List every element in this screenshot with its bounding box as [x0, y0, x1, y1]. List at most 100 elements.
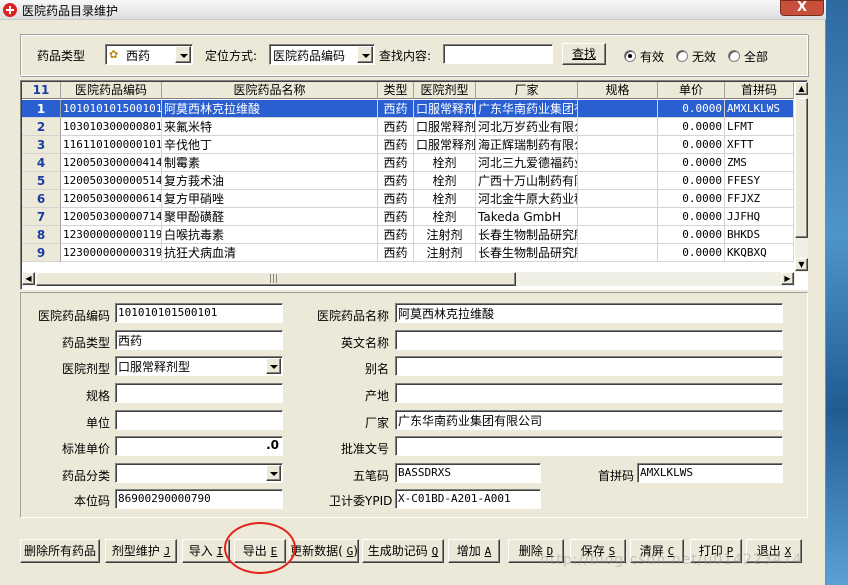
highlight-circle-annotation — [224, 522, 296, 574]
spec-label: 规格 — [86, 389, 111, 403]
button-0[interactable]: 删除所有药品 — [20, 539, 100, 563]
dropdown-arrow[interactable] — [175, 46, 191, 63]
scroll-left-icon[interactable]: ◀ — [22, 272, 35, 285]
code-label: 医院药品编码 — [38, 309, 111, 323]
table-cell: 3 — [22, 136, 61, 154]
col-header[interactable]: 规格 — [578, 82, 658, 99]
radio-invalid[interactable] — [676, 50, 688, 62]
col-header[interactable]: 类型 — [378, 82, 414, 99]
table-cell: 120050300000414 — [61, 154, 162, 172]
grip-icon: ||| — [269, 274, 279, 284]
local-code-field[interactable]: 86900290000790 — [115, 489, 283, 509]
desktop-background — [826, 0, 848, 585]
dropdown-arrow[interactable] — [357, 46, 373, 63]
price-field[interactable]: .0 — [115, 436, 283, 456]
col-header[interactable]: 厂家 — [476, 82, 578, 99]
table-row[interactable]: 8 123000000000119 白喉抗毒素 西药 注射剂 长春生物制品研究所 0.000… — [22, 226, 794, 244]
alias-field[interactable] — [395, 356, 783, 376]
ypid-field[interactable]: X-C01BD-A201-A001 — [395, 489, 541, 509]
table-cell: 白喉抗毒素 — [162, 226, 378, 244]
dropdown-arrow[interactable] — [266, 465, 281, 481]
approval-field[interactable] — [395, 436, 783, 456]
app-icon — [3, 3, 17, 17]
spec-field[interactable] — [115, 383, 283, 403]
table-cell: 复方甲硝唑 — [162, 190, 378, 208]
button-1[interactable]: 剂型维护 J — [105, 539, 177, 563]
vertical-scrollbar[interactable]: ▲ ▼ — [795, 82, 808, 272]
drug-table[interactable]: 11 医院药品编码 医院药品名称 类型 医院剂型 厂家 规格 单价 首拼码 11… — [20, 80, 808, 290]
button-4[interactable]: 更新数据( G) — [289, 539, 359, 563]
name-field[interactable]: 阿莫西林克拉维酸 — [395, 303, 783, 323]
radio-all[interactable] — [728, 50, 740, 62]
search-button[interactable]: 查找 — [562, 43, 606, 65]
window-title: 医院药品目录维护 — [22, 4, 119, 18]
filter-bar: 药品类型 西药 ✿ 定位方式: 医院药品编码 查找内容: 查找 有效 无效 全部 — [20, 34, 808, 76]
wubi-field[interactable]: BASSDRXS — [395, 463, 541, 483]
button-2[interactable]: 导入 I — [182, 539, 230, 563]
col-header[interactable]: 医院药品编码 — [61, 82, 162, 99]
table-cell: 5 — [22, 172, 61, 190]
table-cell: 西药 — [378, 190, 414, 208]
dropdown-arrow[interactable] — [266, 358, 281, 374]
col-header[interactable]: 首拼码 — [725, 82, 794, 99]
form-select[interactable]: 口服常释剂型 — [115, 356, 283, 376]
origin-field[interactable] — [395, 383, 783, 403]
table-row[interactable]: 7 120050300000714 聚甲酚磺醛 西药 栓剂 Takeda GmbH 0.00… — [22, 208, 794, 226]
scroll-thumb[interactable]: ||| — [36, 272, 516, 286]
horizontal-scrollbar[interactable]: ◀ ||| ▶ — [22, 272, 795, 286]
search-input[interactable] — [443, 44, 553, 64]
unit-field[interactable] — [115, 410, 283, 430]
table-cell — [578, 208, 658, 226]
code-field[interactable]: 101010101500101 — [115, 303, 283, 323]
table-row[interactable]: 6 120050300000614 复方甲硝唑 西药 栓剂 河北金牛原大药业科 0.0000… — [22, 190, 794, 208]
locate-select[interactable]: 医院药品编码 — [269, 44, 375, 65]
locate-value: 医院药品编码 — [273, 49, 346, 63]
col-header[interactable]: 医院药品名称 — [162, 82, 378, 99]
pinyin-field[interactable]: AMXLKLWS — [637, 463, 783, 483]
table-cell: 123000000000319 — [61, 244, 162, 262]
button-5[interactable]: 生成助记码 Q — [362, 539, 444, 563]
table-row[interactable]: 2103010300000801来氟米特西药口服常释剂型河北万岁药业有限公 0.0… — [22, 118, 794, 136]
table-cell: 栓剂 — [414, 208, 476, 226]
col-header[interactable]: 单价 — [658, 82, 725, 99]
search-label: 查找内容: — [379, 49, 432, 63]
table-cell: 河北金牛原大药业科 — [476, 190, 578, 208]
table-cell: 西药 — [378, 154, 414, 172]
table-header: 11 医院药品编码 医院药品名称 类型 医院剂型 厂家 规格 单价 首拼码 — [22, 82, 794, 99]
table-cell: 长春生物制品研究所 — [476, 226, 578, 244]
table-row[interactable]: 9 123000000000319 抗狂犬病血清 西药 注射剂 长春生物制品研究所 0.00… — [22, 244, 794, 262]
name-label: 医院药品名称 — [317, 309, 390, 323]
table-cell: 8 — [22, 226, 61, 244]
col-header[interactable]: 医院剂型 — [414, 82, 476, 99]
english-name-field[interactable] — [395, 330, 783, 350]
table-cell: 抗狂犬病血清 — [162, 244, 378, 262]
table-row[interactable]: 1101010101500101阿莫西林克拉维酸西药口服常释剂型广东华南药业集团… — [22, 100, 794, 118]
table-cell: 7 — [22, 208, 61, 226]
table-cell: 西药 — [378, 208, 414, 226]
table-cell: 101010101500101 — [61, 100, 162, 118]
watermark: http://blog.csdn.net/u014223474 — [540, 552, 803, 568]
scroll-down-icon[interactable]: ▼ — [795, 258, 808, 271]
radio-valid-label: 有效 — [640, 50, 665, 64]
table-cell: 1 — [22, 100, 61, 118]
table-cell: 口服常释剂型 — [414, 118, 476, 136]
table-cell: 复方莪术油 — [162, 172, 378, 190]
radio-valid[interactable] — [624, 50, 636, 62]
category-select[interactable] — [115, 463, 283, 483]
maker-field[interactable]: 广东华南药业集团有限公司 — [395, 410, 783, 430]
type-field[interactable]: 西药 — [115, 330, 283, 350]
table-cell: 0.0000 — [658, 118, 725, 136]
scroll-thumb[interactable] — [795, 98, 808, 238]
ypid-label: 卫计委YPID — [329, 494, 393, 508]
unit-label: 单位 — [86, 416, 111, 430]
table-cell — [578, 100, 658, 118]
scroll-right-icon[interactable]: ▶ — [781, 272, 794, 285]
table-row[interactable]: 3116110100000101辛伐他丁西药口服常释剂型海正辉瑞制药有限公 0.0… — [22, 136, 794, 154]
category-label: 药品分类 — [62, 469, 111, 483]
table-row[interactable]: 4 120050300000414 制霉素 西药 栓剂 河北三九爱德福药业 0.0000 ZM… — [22, 154, 794, 172]
table-row[interactable]: 5 120050300000514 复方莪术油 西药 栓剂 广西十万山制药有限 0.0000… — [22, 172, 794, 190]
scroll-up-icon[interactable]: ▲ — [795, 82, 808, 95]
close-button[interactable]: X — [780, 0, 824, 16]
button-6[interactable]: 增加 A — [448, 539, 500, 563]
drug-type-select[interactable]: 西药 ✿ — [105, 44, 193, 65]
